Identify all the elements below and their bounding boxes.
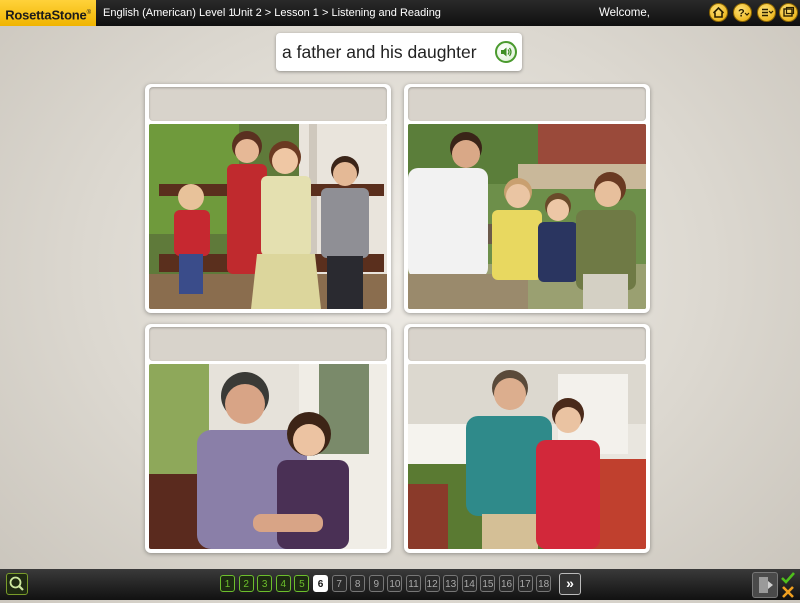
screen-button-1[interactable]: 1 bbox=[220, 575, 235, 592]
menu-list-icon[interactable] bbox=[757, 3, 776, 22]
screen-button-4[interactable]: 4 bbox=[275, 575, 291, 592]
screen-button-8[interactable]: 8 bbox=[350, 575, 366, 592]
answer-slot[interactable] bbox=[149, 327, 387, 361]
answer-card-1[interactable] bbox=[145, 84, 391, 313]
bottom-bar: 1 2 3 4 5 6 7 8 9 10 11 12 13 14 15 16 17 18 » bbox=[0, 569, 800, 600]
answer-card-3[interactable] bbox=[145, 324, 391, 553]
top-bar: RosettaStone® English (American) Level 1… bbox=[0, 0, 800, 26]
magnify-icon[interactable] bbox=[6, 573, 28, 595]
answer-slot[interactable] bbox=[149, 87, 387, 121]
prompt-text: a father and his daughter bbox=[282, 42, 477, 62]
card-photo bbox=[408, 364, 646, 549]
x-mark-icon bbox=[782, 586, 794, 598]
answer-card-4[interactable] bbox=[404, 324, 650, 553]
screen-button-11[interactable]: 11 bbox=[406, 575, 421, 592]
screen-button-9[interactable]: 9 bbox=[368, 575, 384, 592]
speaker-icon[interactable] bbox=[495, 41, 517, 63]
card-photo bbox=[408, 124, 646, 309]
prompt-box: a father and his daughter bbox=[276, 33, 522, 71]
screen-button-7[interactable]: 7 bbox=[331, 575, 347, 592]
screen-button-14[interactable]: 14 bbox=[461, 575, 477, 592]
score-indicator bbox=[781, 572, 795, 598]
window-icon[interactable] bbox=[779, 3, 798, 22]
screen-button-5[interactable]: 5 bbox=[294, 575, 310, 592]
answer-slot[interactable] bbox=[408, 327, 646, 361]
svg-text:?: ? bbox=[738, 8, 745, 20]
screen-button-6[interactable]: 6 bbox=[313, 575, 328, 592]
screen-button-18[interactable]: 18 bbox=[536, 575, 552, 592]
screen-button-13[interactable]: 13 bbox=[443, 575, 459, 592]
rosetta-stone-logo: RosettaStone® bbox=[0, 0, 96, 26]
screen-button-12[interactable]: 12 bbox=[424, 575, 440, 592]
screen-button-3[interactable]: 3 bbox=[257, 575, 273, 592]
answer-card-2[interactable] bbox=[404, 84, 650, 313]
screen-button-10[interactable]: 10 bbox=[387, 575, 403, 592]
welcome-text: Welcome, bbox=[599, 7, 650, 19]
home-icon[interactable] bbox=[709, 3, 728, 22]
breadcrumb: Unit 2 > Lesson 1 > Listening and Readin… bbox=[233, 7, 441, 19]
next-screen-button[interactable]: » bbox=[559, 573, 581, 595]
answer-slot[interactable] bbox=[408, 87, 646, 121]
card-photo bbox=[149, 124, 387, 309]
exit-door-icon[interactable] bbox=[752, 572, 778, 598]
course-title: English (American) Level 1 bbox=[103, 7, 235, 19]
screen-button-2[interactable]: 2 bbox=[238, 575, 254, 592]
screen-button-17[interactable]: 17 bbox=[517, 575, 533, 592]
screen-button-15[interactable]: 15 bbox=[480, 575, 496, 592]
checkmark-icon bbox=[781, 572, 795, 584]
help-icon[interactable]: ? bbox=[733, 3, 752, 22]
card-photo bbox=[149, 364, 387, 549]
screen-button-16[interactable]: 16 bbox=[499, 575, 514, 592]
